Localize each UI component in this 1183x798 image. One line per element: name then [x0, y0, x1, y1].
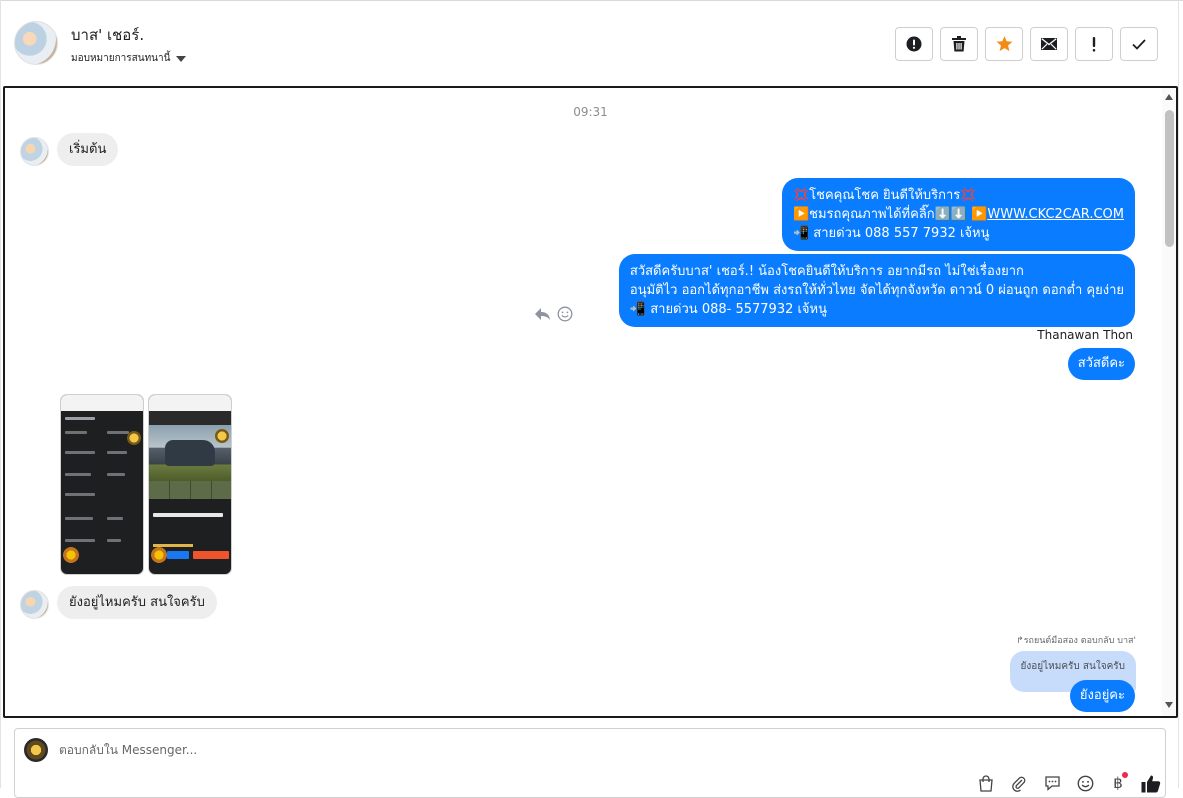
exclamation-icon — [1092, 36, 1096, 52]
follow-up-button[interactable] — [1075, 27, 1113, 61]
assign-conversation-dropdown[interactable]: มอบหมายการสนทนานี้ — [71, 51, 187, 66]
conversation-toolbar — [895, 27, 1158, 61]
scroll-up-arrow-icon[interactable] — [1165, 94, 1173, 100]
caret-down-icon — [176, 55, 187, 62]
incoming-message[interactable]: ยังอยู่ไหมครับ สนใจครับ — [57, 586, 217, 619]
page-avatar — [24, 738, 48, 762]
image-attachment[interactable] — [148, 394, 232, 575]
website-link[interactable]: WWW.CKC2CAR.COM — [987, 207, 1124, 222]
contact-avatar[interactable] — [14, 21, 58, 65]
scroll-down-arrow-icon[interactable] — [1165, 702, 1173, 708]
reply-icon[interactable] — [534, 307, 551, 321]
saved-reply-icon[interactable] — [1041, 772, 1063, 794]
star-icon — [996, 36, 1012, 52]
timestamp-separator: 09:31 — [573, 105, 608, 119]
emoji-icon[interactable] — [1074, 772, 1096, 794]
react-emoji-icon[interactable] — [557, 306, 573, 322]
message-actions — [534, 306, 573, 322]
message-line: 📲 สายด่วน 088 557 7932 เจ้หนู — [792, 226, 990, 241]
message-line: ▶️ชมรถคุณภาพได้ที่คลิ๊ก⬇️⬇️ ▶️WWW.CKC2CA… — [793, 205, 1124, 224]
outgoing-message[interactable]: สวัสดีครับบาส' เชอร์.! น้องโชคยินดีให้บร… — [618, 254, 1135, 327]
baht-payment-icon[interactable]: ฿ — [1107, 772, 1129, 794]
incoming-message[interactable]: เริ่มต้น — [57, 133, 119, 166]
scrollbar-thumb[interactable] — [1165, 110, 1174, 247]
sender-name: Thanawan Thon — [1037, 328, 1133, 342]
message-line: อนุมัติไว ออกได้ทุกอาชีพ ส่งรถให้ทั่วไทย… — [629, 283, 1124, 298]
envelope-icon — [1041, 38, 1057, 50]
reply-header: ↱รถยนต์มือสอง ตอบกลับ บาส' — [1016, 636, 1136, 646]
outgoing-message[interactable]: ยังอยู่คะ — [1069, 680, 1135, 712]
paperclip-icon[interactable] — [1008, 772, 1030, 794]
shopping-bag-icon[interactable] — [975, 772, 997, 794]
outgoing-message[interactable]: 💢โชคคุณโชค ยินดีให้บริการ💢 ▶️ชมรถคุณภาพไ… — [781, 178, 1135, 251]
baht-symbol: ฿ — [1113, 774, 1123, 792]
image-attachment[interactable] — [60, 394, 144, 575]
contact-avatar-small[interactable] — [20, 590, 49, 619]
alert-circle-icon — [906, 36, 922, 52]
star-button[interactable] — [985, 27, 1023, 61]
contact-avatar-small[interactable] — [20, 137, 49, 166]
message-line: 💢โชคคุณโชค ยินดีให้บริการ💢 — [792, 188, 977, 203]
conversation-header: บาส' เชอร์. มอบหมายการสนทนานี้ — [0, 0, 1183, 86]
assign-label: มอบหมายการสนทนานี้ — [71, 53, 171, 64]
reply-input[interactable] — [59, 739, 759, 761]
contact-name[interactable]: บาส' เชอร์. — [71, 23, 144, 47]
mark-done-button[interactable] — [1120, 27, 1158, 61]
notification-dot — [1122, 772, 1128, 778]
scrollbar[interactable] — [1162, 88, 1176, 716]
message-line: 📲 สายด่วน 088- 5577932 เจ้หนู — [629, 302, 828, 317]
composer-actions: ฿ — [975, 772, 1162, 794]
spam-button[interactable] — [895, 27, 933, 61]
like-icon[interactable] — [1140, 772, 1162, 794]
message-text: ▶️ชมรถคุณภาพได้ที่คลิ๊ก⬇️⬇️ ▶️ — [792, 207, 988, 222]
trash-icon — [952, 36, 966, 52]
mark-unread-button[interactable] — [1030, 27, 1068, 61]
delete-button[interactable] — [940, 27, 978, 61]
message-line: สวัสดีครับบาส' เชอร์.! น้องโชคยินดีให้บร… — [629, 264, 1024, 279]
outgoing-message[interactable]: สวัสดีคะ — [1067, 348, 1135, 380]
check-icon — [1132, 38, 1146, 50]
message-thread[interactable]: 09:31 เริ่มต้น 💢โชคคุณโชค ยินดีให้บริการ… — [3, 86, 1178, 718]
